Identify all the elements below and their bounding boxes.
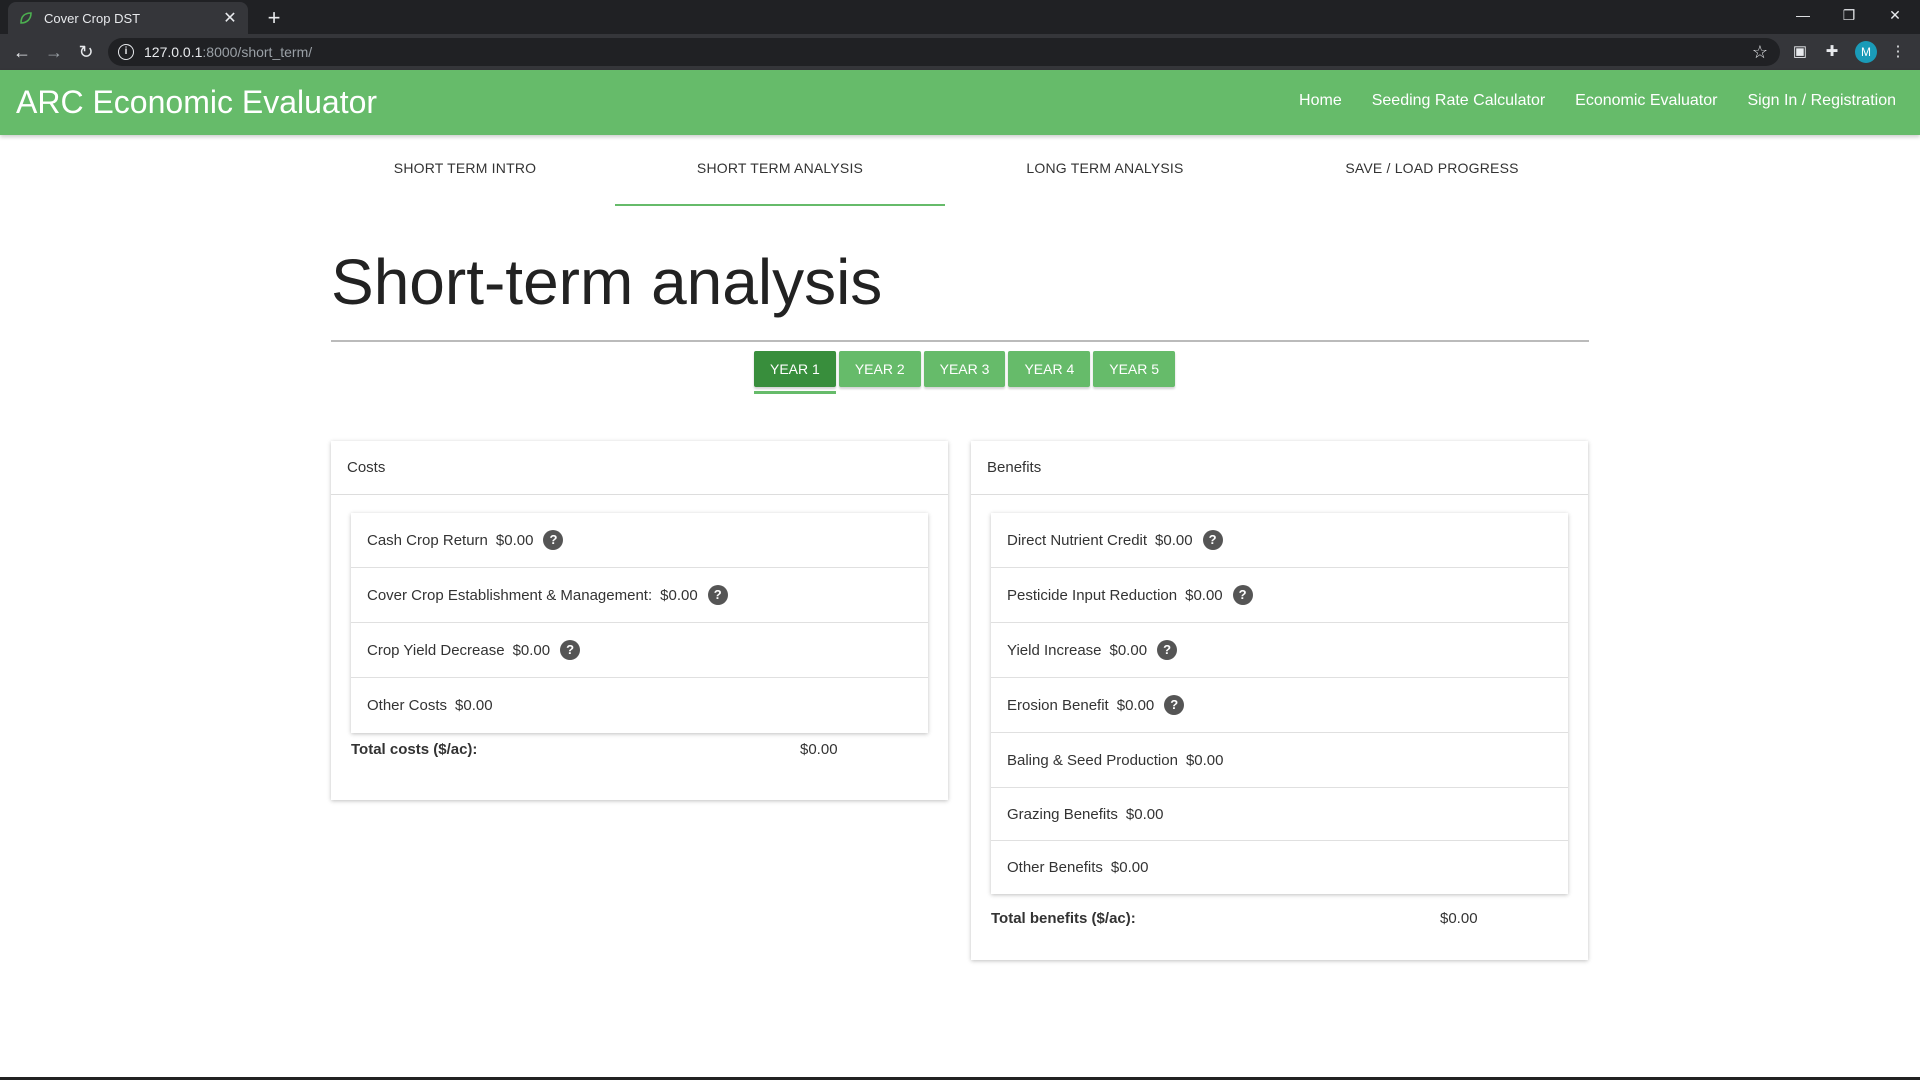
cost-item-label: Other Costs	[367, 697, 448, 714]
costs-total-label: Total costs ($/ac):	[351, 741, 478, 758]
benefit-item-label: Yield Increase	[1007, 641, 1102, 659]
window-close-icon[interactable]: ✕	[1872, 0, 1918, 30]
tab-short-term-analysis[interactable]: SHORT TERM ANALYSIS	[615, 140, 945, 206]
benefit-item-value: $0.00	[1110, 859, 1149, 876]
nav-seeding-rate-calculator[interactable]: Seeding Rate Calculator	[1372, 92, 1545, 110]
leaf-icon	[18, 10, 34, 26]
restore-icon[interactable]: ❐	[1826, 0, 1872, 30]
app-header: ARC Economic Evaluator Home Seeding Rate…	[0, 70, 1920, 135]
browser-toolbar: ← → ↻ i 127.0.0.1:8000/short_term/ ☆ ▣ ✚…	[0, 34, 1920, 70]
cost-item-other-costs[interactable]: Other Costs $0.00	[351, 678, 928, 733]
info-icon[interactable]: i	[118, 44, 134, 60]
benefit-item-value: $0.00	[1125, 805, 1164, 823]
cost-item-label: Cash Crop Return	[367, 531, 488, 549]
benefit-item-value: $0.00	[1116, 696, 1155, 714]
back-icon[interactable]: ←	[8, 38, 36, 66]
year-5-button[interactable]: YEAR 5	[1093, 351, 1176, 387]
tab-short-term-intro[interactable]: SHORT TERM INTRO	[300, 140, 630, 206]
benefit-item-erosion-benefit[interactable]: Erosion Benefit $0.00 ?	[991, 678, 1568, 733]
extension-icon[interactable]: ▣	[1790, 42, 1810, 62]
main-nav: Home Seeding Rate Calculator Economic Ev…	[1269, 92, 1896, 110]
year-3-button[interactable]: YEAR 3	[923, 351, 1006, 387]
cost-item-cover-crop-establishment[interactable]: Cover Crop Establishment & Management: $…	[351, 568, 928, 623]
benefits-card: Benefits Direct Nutrient Credit $0.00 ? …	[971, 441, 1588, 960]
benefit-item-value: $0.00	[1185, 586, 1223, 604]
nav-economic-evaluator[interactable]: Economic Evaluator	[1575, 92, 1717, 110]
cost-item-value: $0.00	[455, 697, 493, 714]
minimize-icon[interactable]: —	[1780, 0, 1826, 30]
benefit-item-value: $0.00	[1109, 641, 1148, 659]
benefit-item-direct-nutrient-credit[interactable]: Direct Nutrient Credit $0.00 ?	[991, 513, 1568, 568]
reload-icon[interactable]: ↻	[72, 38, 100, 66]
benefit-item-value: $0.00	[1185, 751, 1224, 769]
cost-item-value: $0.00	[512, 641, 551, 659]
menu-icon[interactable]: ⋮	[1888, 42, 1908, 62]
costs-card-title: Costs	[331, 441, 948, 495]
nav-home[interactable]: Home	[1299, 92, 1342, 110]
tab-long-term-analysis[interactable]: LONG TERM ANALYSIS	[940, 140, 1270, 206]
year-1-button[interactable]: YEAR 1	[754, 351, 836, 394]
address-bar[interactable]: i 127.0.0.1:8000/short_term/ ☆	[108, 38, 1780, 66]
benefit-item-label: Direct Nutrient Credit	[1007, 531, 1148, 549]
help-icon[interactable]: ?	[543, 530, 564, 550]
benefit-item-value: $0.00	[1155, 531, 1193, 549]
benefit-item-label: Grazing Benefits	[1007, 805, 1118, 823]
section-tabs: SHORT TERM INTRO SHORT TERM ANALYSIS LON…	[300, 140, 1620, 206]
help-icon[interactable]: ?	[707, 585, 728, 605]
new-tab-button[interactable]: +	[260, 4, 288, 32]
cost-item-label: Cover Crop Establishment & Management:	[367, 586, 653, 604]
nav-sign-in[interactable]: Sign In / Registration	[1747, 92, 1896, 110]
benefits-list: Direct Nutrient Credit $0.00 ? Pesticide…	[991, 513, 1568, 894]
help-icon[interactable]: ?	[1232, 585, 1253, 605]
help-icon[interactable]: ?	[560, 640, 581, 660]
cost-item-crop-yield-decrease[interactable]: Crop Yield Decrease $0.00 ?	[351, 623, 928, 678]
help-icon[interactable]: ?	[1164, 695, 1185, 715]
costs-total-value: $0.00	[800, 741, 838, 758]
benefits-total-label: Total benefits ($/ac):	[991, 910, 1136, 927]
help-icon[interactable]: ?	[1157, 640, 1178, 660]
benefit-item-yield-increase[interactable]: Yield Increase $0.00 ?	[991, 623, 1568, 678]
benefit-item-label: Erosion Benefit	[1007, 696, 1109, 714]
bookmark-star-icon[interactable]: ☆	[1752, 42, 1768, 63]
page-title: Short-term analysis	[331, 246, 883, 318]
year-selector: YEAR 1 YEAR 2 YEAR 3 YEAR 4 YEAR 5	[754, 351, 1178, 394]
benefits-card-title: Benefits	[971, 441, 1588, 495]
puzzle-icon[interactable]: ✚	[1822, 42, 1842, 62]
url-path: :8000/short_term/	[202, 44, 313, 60]
cost-item-value: $0.00	[660, 586, 698, 604]
forward-icon[interactable]: →	[40, 38, 68, 66]
help-icon[interactable]: ?	[1202, 530, 1223, 550]
tab-close-icon[interactable]: ✕	[222, 8, 238, 28]
cost-item-label: Crop Yield Decrease	[367, 641, 505, 659]
benefit-item-label: Other Benefits	[1007, 859, 1103, 876]
year-4-button[interactable]: YEAR 4	[1008, 351, 1091, 387]
costs-list: Cash Crop Return $0.00 ? Cover Crop Esta…	[351, 513, 928, 733]
benefit-item-baling-seed-production[interactable]: Baling & Seed Production $0.00	[991, 733, 1568, 788]
benefit-item-label: Pesticide Input Reduction	[1007, 586, 1178, 604]
benefits-total-value: $0.00	[1440, 910, 1478, 927]
costs-card: Costs Cash Crop Return $0.00 ? Cover Cro…	[331, 441, 948, 800]
browser-tabstrip: Cover Crop DST ✕ + — ❐ ✕	[0, 0, 1920, 34]
browser-tab[interactable]: Cover Crop DST ✕	[8, 2, 248, 34]
tab-save-load-progress[interactable]: SAVE / LOAD PROGRESS	[1267, 140, 1597, 206]
cost-item-value: $0.00	[495, 531, 534, 549]
profile-avatar[interactable]: M	[1855, 41, 1877, 63]
url-host: 127.0.0.1	[144, 44, 203, 60]
year-2-button[interactable]: YEAR 2	[838, 351, 921, 387]
benefit-item-grazing-benefits[interactable]: Grazing Benefits $0.00	[991, 788, 1568, 841]
title-divider	[331, 340, 1589, 342]
brand-title[interactable]: ARC Economic Evaluator	[16, 84, 377, 121]
benefit-item-label: Baling & Seed Production	[1007, 751, 1178, 769]
benefit-item-other-benefits[interactable]: Other Benefits $0.00	[991, 841, 1568, 894]
cost-item-cash-crop-return[interactable]: Cash Crop Return $0.00 ?	[351, 513, 928, 568]
browser-tab-title: Cover Crop DST	[44, 10, 141, 26]
benefit-item-pesticide-input-reduction[interactable]: Pesticide Input Reduction $0.00 ?	[991, 568, 1568, 623]
